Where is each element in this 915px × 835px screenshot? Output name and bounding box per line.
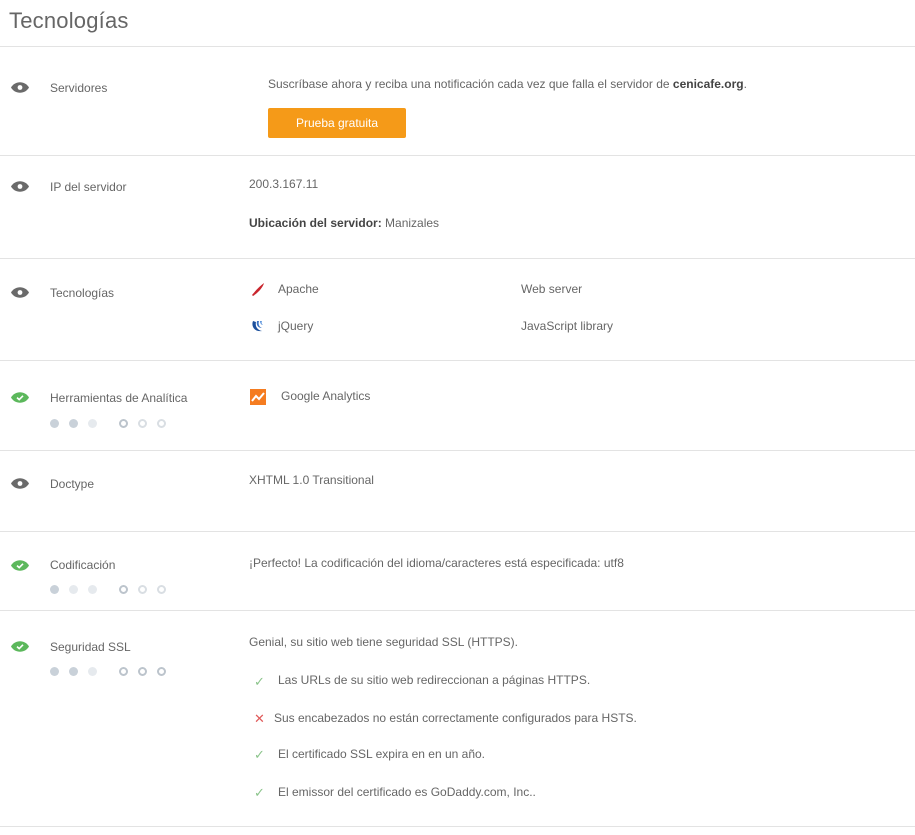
ssl-check-item: Sus encabezados no están correctamente c… — [274, 711, 637, 725]
ssl-check-item: Las URLs de su sitio web redireccionan a… — [278, 673, 591, 687]
ssl-check-item: El certificado SSL expira en en un año. — [278, 747, 486, 761]
apache-feather-icon — [252, 283, 264, 296]
divider — [0, 610, 915, 611]
divider — [0, 155, 915, 156]
ip-label: IP del servidor — [50, 180, 127, 194]
tech-name-jquery[interactable]: jQuery — [278, 319, 313, 333]
divider — [0, 826, 915, 827]
encoding-label: Codificación — [50, 558, 116, 572]
google-analytics-icon — [250, 389, 266, 405]
divider — [0, 46, 915, 47]
analytics-tool[interactable]: Google Analytics — [281, 389, 370, 403]
check-status-icon — [11, 392, 29, 403]
ssl-label: Seguridad SSL — [50, 640, 131, 654]
check-icon: ✓ — [254, 747, 265, 762]
tech-category-jquery[interactable]: JavaScript library — [521, 319, 613, 333]
eye-icon — [11, 181, 29, 192]
ssl-rating-dots — [50, 667, 176, 676]
analytics-rating-dots — [50, 419, 176, 428]
doctype-label: Doctype — [50, 477, 95, 491]
servers-label: Servidores — [50, 81, 108, 95]
check-status-icon — [11, 560, 29, 571]
divider — [0, 531, 915, 532]
check-status-icon — [11, 641, 29, 652]
encoding-message: ¡Perfecto! La codificación del idioma/ca… — [249, 556, 624, 570]
page-title: Tecnologías — [9, 8, 129, 33]
doctype-value: XHTML 1.0 Transitional — [249, 473, 374, 487]
tech-name-apache[interactable]: Apache — [278, 282, 319, 296]
ip-value: 200.3.167.11 — [249, 177, 319, 191]
encoding-rating-dots — [50, 585, 176, 594]
divider — [0, 360, 915, 361]
jquery-icon — [252, 321, 263, 332]
servers-message: Suscríbase ahora y reciba una notificaci… — [268, 77, 747, 91]
eye-icon — [11, 287, 29, 298]
eye-icon — [11, 82, 29, 93]
divider — [0, 258, 915, 259]
technologies-label: Tecnologías — [50, 286, 115, 300]
server-location: Ubicación del servidor: Manizales — [249, 216, 440, 230]
divider — [0, 450, 915, 451]
free-trial-button[interactable]: Prueba gratuita — [268, 108, 406, 138]
servers-domain: cenicafe.org — [672, 77, 744, 91]
check-icon: ✓ — [254, 674, 265, 689]
ssl-check-item: El emissor del certificado es GoDaddy.co… — [278, 785, 536, 799]
tech-category-apache[interactable]: Web server — [521, 282, 582, 296]
check-icon: ✓ — [254, 785, 265, 800]
analytics-label: Herramientas de Analítica — [50, 391, 188, 405]
cross-icon: ✕ — [254, 711, 265, 726]
ssl-summary: Genial, su sitio web tiene seguridad SSL… — [249, 635, 519, 649]
eye-icon — [11, 478, 29, 489]
